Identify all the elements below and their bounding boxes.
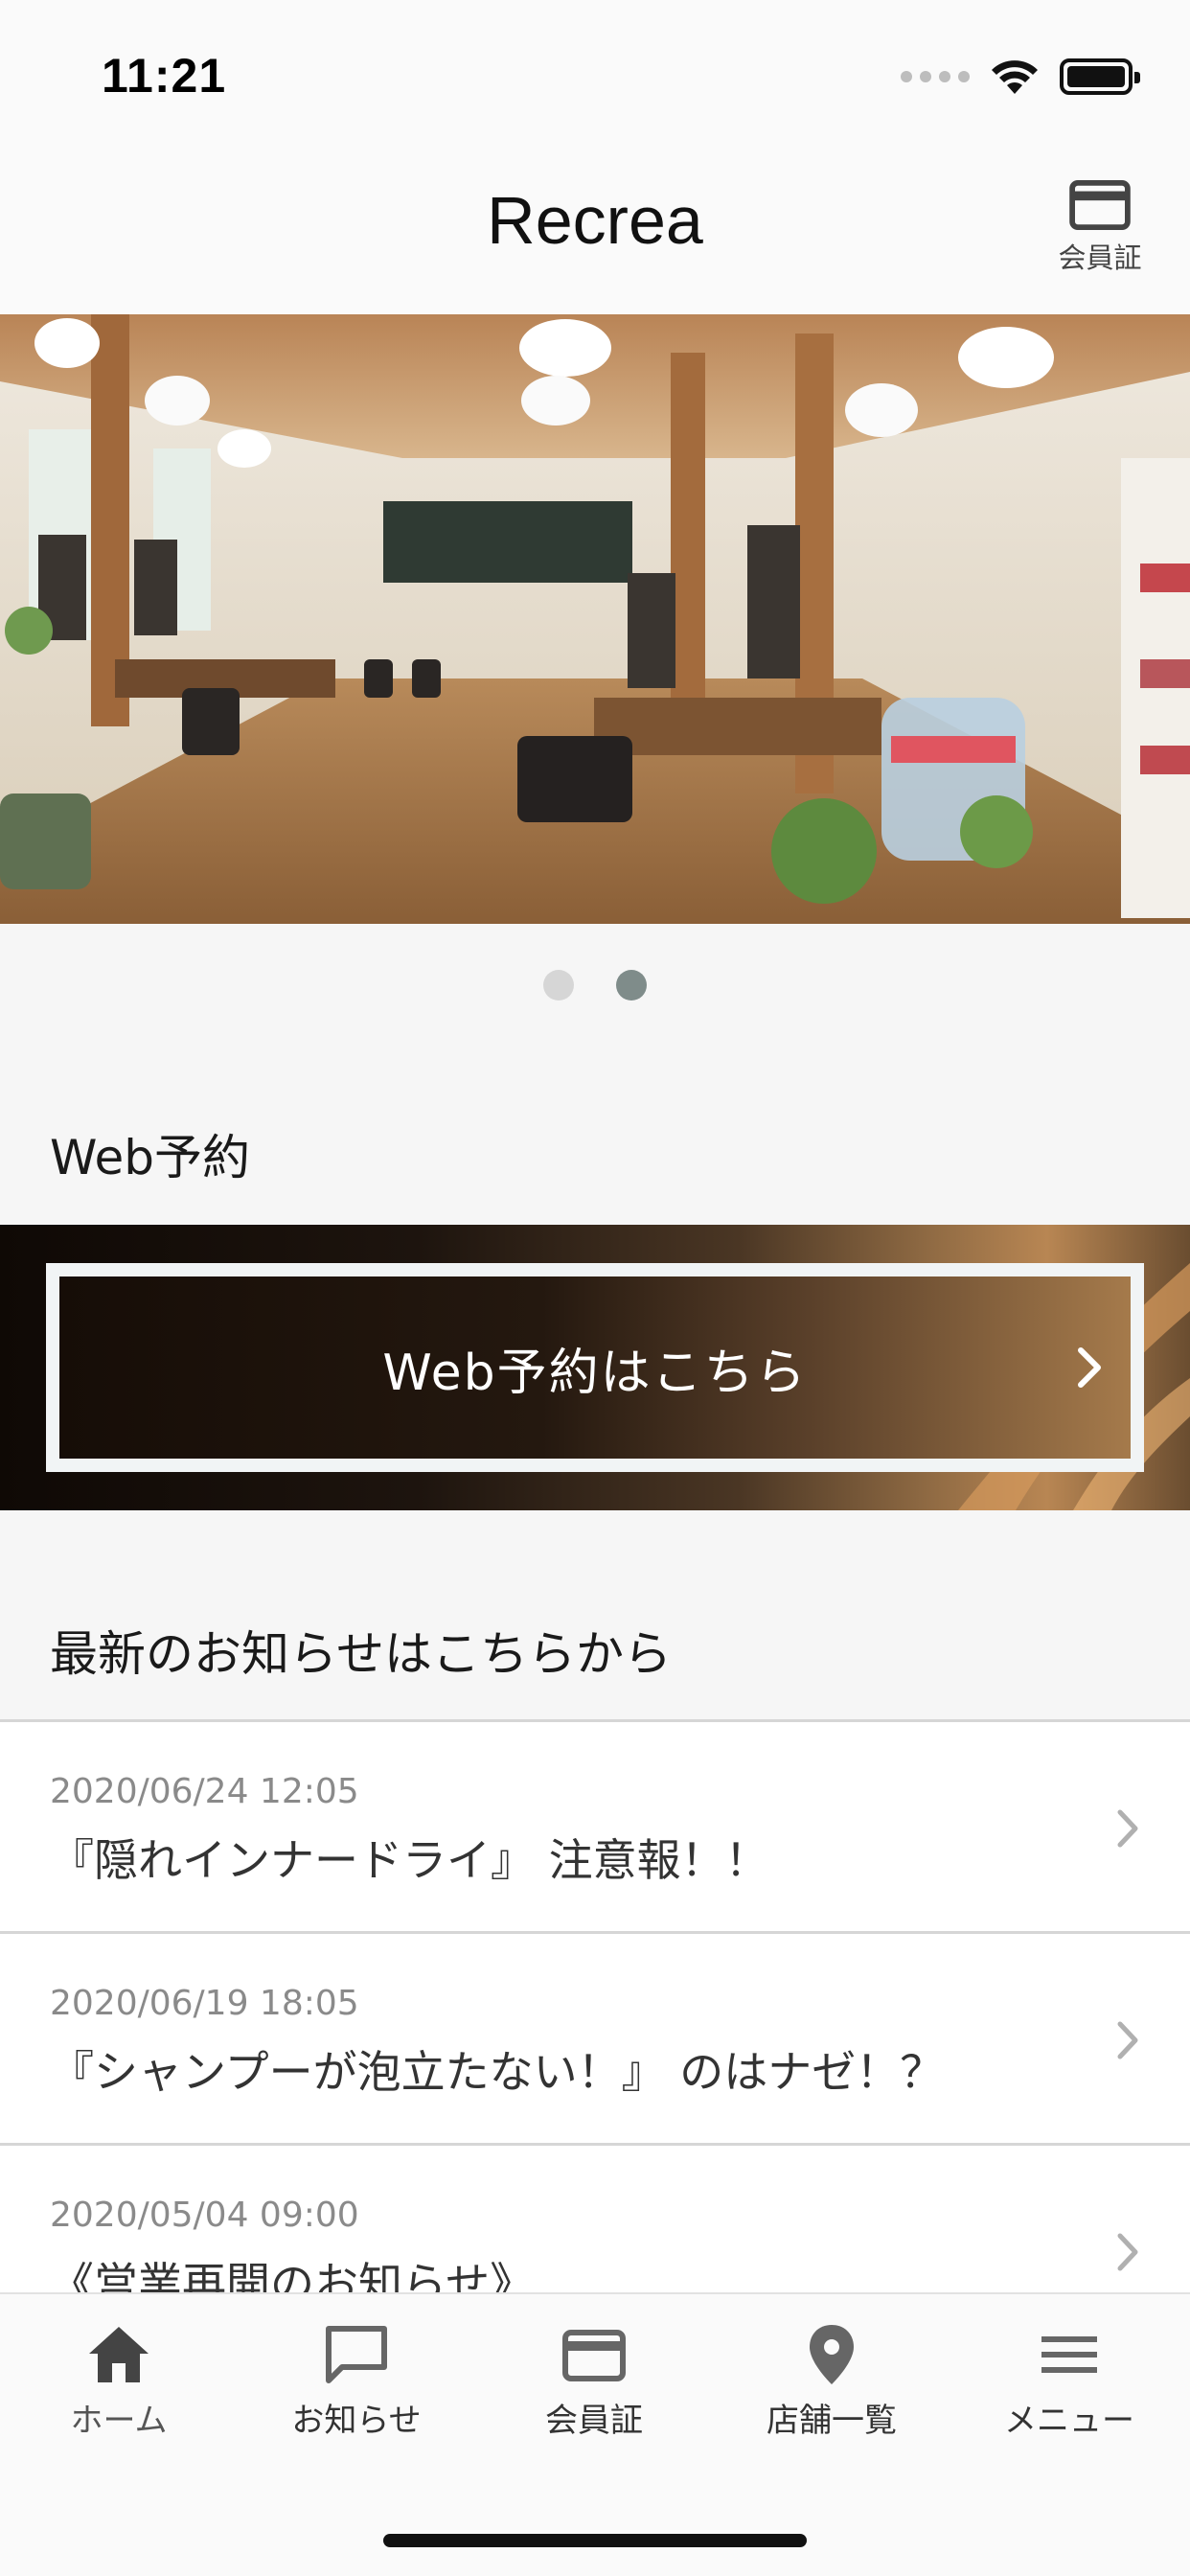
status-bar: 11:21 [0, 0, 1190, 153]
tab-store-list[interactable]: 店舗一覧 [713, 2323, 950, 2457]
hero-carousel[interactable] [0, 314, 1190, 924]
chevron-right-icon [1117, 2021, 1138, 2059]
tab-label: 店舗一覧 [767, 2402, 897, 2440]
news-title: 『シャンプーが泡立たない！』 のはナゼ！？ [50, 2046, 945, 2098]
news-section-title: 最新のお知らせはこちらから [50, 1626, 672, 1682]
home-icon [89, 2327, 149, 2382]
app-title: Recrea [487, 183, 703, 258]
salon-photo [0, 314, 1190, 924]
chevron-right-icon [1078, 1347, 1101, 1388]
status-icons [901, 56, 1140, 98]
member-card-button[interactable]: 会員証 [1052, 180, 1148, 276]
web-reservation-label: Web予約はこちら [382, 1344, 808, 1402]
tab-news[interactable]: お知らせ [238, 2323, 475, 2457]
chevron-right-icon [1117, 1809, 1138, 1848]
tab-label: ホーム [70, 2402, 168, 2440]
web-reservation-button[interactable]: Web予約はこちら [46, 1263, 1144, 1472]
signal-icon [901, 71, 970, 82]
tab-menu[interactable]: メニュー [950, 2323, 1188, 2457]
chevron-right-icon [1117, 2233, 1138, 2271]
menu-icon [1041, 2336, 1097, 2373]
web-reservation-banner[interactable]: Web予約はこちら [0, 1225, 1190, 1510]
news-date: 2020/06/24 12:05 [50, 1772, 359, 1811]
tab-home[interactable]: ホーム [0, 2323, 238, 2457]
carousel-dot[interactable] [543, 970, 574, 1000]
news-title: 『隠れインナードライ』 注意報！！ [50, 1834, 769, 1886]
news-list-item[interactable]: 2020/06/19 18:05 『シャンプーが泡立たない！』 のはナゼ！？ [0, 1934, 1190, 2146]
chat-icon [326, 2326, 387, 2383]
news-date: 2020/06/19 18:05 [50, 1984, 359, 2023]
status-time: 11:21 [102, 49, 227, 103]
news-date: 2020/05/04 09:00 [50, 2196, 359, 2235]
home-indicator[interactable] [383, 2534, 807, 2547]
carousel-pagination [0, 970, 1190, 1000]
wifi-icon [992, 60, 1038, 94]
battery-icon [1060, 58, 1140, 95]
tab-label: メニュー [1004, 2402, 1134, 2440]
card-icon [1069, 180, 1131, 230]
tab-member-card[interactable]: 会員証 [475, 2323, 713, 2457]
member-card-label: 会員証 [1058, 242, 1142, 274]
reservation-section-title: Web予約 [50, 1130, 251, 1185]
tab-label: お知らせ [291, 2402, 422, 2440]
card-icon [562, 2330, 626, 2381]
location-pin-icon [810, 2325, 854, 2384]
news-list: 2020/06/24 12:05 『隠れインナードライ』 注意報！！ 2020/… [0, 1719, 1190, 2358]
news-list-item[interactable]: 2020/06/24 12:05 『隠れインナードライ』 注意報！！ [0, 1722, 1190, 1934]
tab-label: 会員証 [545, 2402, 643, 2440]
carousel-dot-active[interactable] [616, 970, 647, 1000]
app-header: Recrea 会員証 [0, 153, 1190, 314]
